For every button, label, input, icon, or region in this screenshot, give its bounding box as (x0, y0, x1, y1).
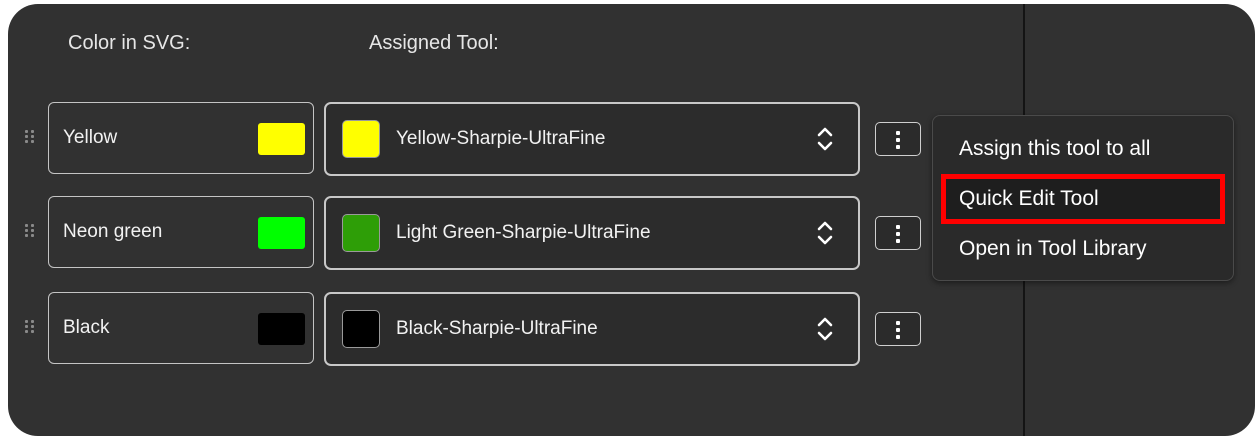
drag-handle-icon[interactable] (25, 320, 35, 334)
tool-context-menu: Assign this tool to all Quick Edit Tool … (932, 115, 1234, 281)
tool-name: Black-Sharpie-UltraFine (396, 318, 598, 339)
tool-color-swatch (342, 214, 380, 252)
tool-select[interactable]: Light Green-Sharpie-UltraFine (324, 196, 860, 270)
svg-color-field: Yellow (48, 102, 314, 174)
color-tool-row: Yellow Yellow-Sharpie-UltraFine (8, 102, 1018, 178)
svg-color-name: Black (63, 317, 110, 338)
svg-color-field: Neon green (48, 196, 314, 268)
menu-item-quick-edit-tool[interactable]: Quick Edit Tool (941, 174, 1225, 224)
menu-item-open-in-tool-library[interactable]: Open in Tool Library (941, 224, 1225, 274)
svg-color-swatch (258, 313, 305, 345)
kebab-menu-icon (896, 225, 900, 229)
svg-color-field: Black (48, 292, 314, 364)
more-options-button[interactable] (875, 216, 921, 250)
tool-name: Light Green-Sharpie-UltraFine (396, 222, 651, 243)
more-options-button[interactable] (875, 312, 921, 346)
chevron-up-down-icon (817, 127, 833, 151)
more-options-button[interactable] (875, 122, 921, 156)
color-tool-row: Neon green Light Green-Sharpie-UltraFine (8, 196, 1018, 272)
tool-select[interactable]: Yellow-Sharpie-UltraFine (324, 102, 860, 176)
assigned-tool-header: Assigned Tool: (369, 32, 499, 54)
color-tool-row: Black Black-Sharpie-UltraFine (8, 292, 1018, 368)
tool-color-swatch (342, 120, 380, 158)
color-in-svg-header: Color in SVG: (68, 32, 191, 54)
chevron-up-down-icon (817, 317, 833, 341)
tool-assignment-panel: Color in SVG: Assigned Tool: Yellow Yell… (8, 4, 1255, 436)
kebab-menu-icon (896, 321, 900, 325)
tool-color-swatch (342, 310, 380, 348)
tool-name: Yellow-Sharpie-UltraFine (396, 128, 606, 149)
menu-item-label: Quick Edit Tool (959, 187, 1099, 210)
kebab-menu-icon (896, 131, 900, 135)
svg-color-swatch (258, 123, 305, 155)
svg-color-name: Neon green (63, 221, 163, 242)
svg-color-name: Yellow (63, 127, 118, 148)
menu-item-assign-to-all[interactable]: Assign this tool to all (941, 124, 1225, 174)
drag-handle-icon[interactable] (25, 130, 35, 144)
drag-handle-icon[interactable] (25, 224, 35, 238)
tool-select[interactable]: Black-Sharpie-UltraFine (324, 292, 860, 366)
chevron-up-down-icon (817, 221, 833, 245)
svg-color-swatch (258, 217, 305, 249)
